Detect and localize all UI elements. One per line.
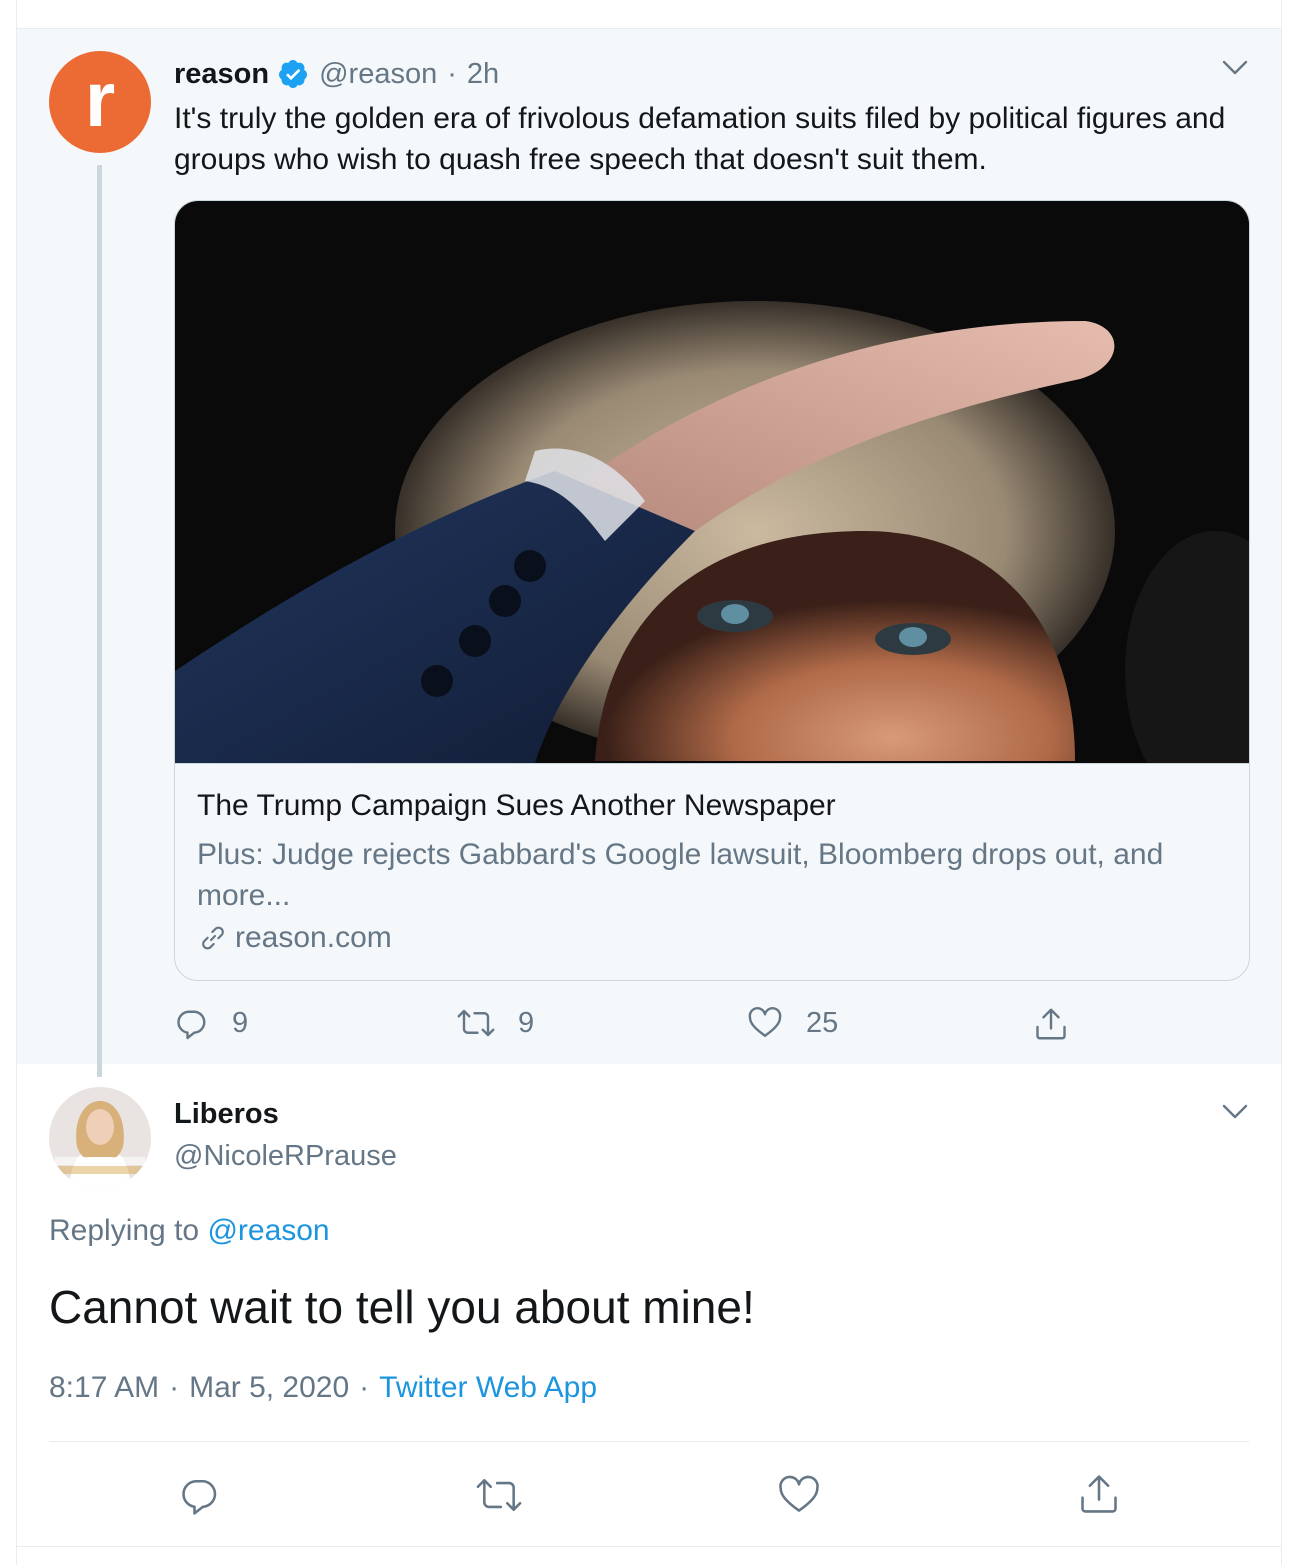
reply-button[interactable]: [178, 1473, 222, 1517]
link-card[interactable]: The Trump Campaign Sues Another Newspape…: [174, 200, 1250, 981]
tweet-time[interactable]: 2h: [467, 58, 499, 91]
tweet-source-link[interactable]: Twitter Web App: [379, 1371, 597, 1404]
reply-icon: [177, 1010, 206, 1040]
reply-text: Cannot wait to tell you about mine!: [49, 1281, 755, 1333]
header-separator: ·: [447, 57, 457, 90]
replying-mention-link[interactable]: @reason: [207, 1214, 329, 1247]
retweet-button[interactable]: [474, 1473, 524, 1517]
heart-icon: [779, 1475, 819, 1512]
chevron-down-icon[interactable]: [1222, 1104, 1248, 1120]
chevron-down-icon[interactable]: [1222, 60, 1248, 76]
share-button[interactable]: [1077, 1471, 1121, 1515]
card-divider: [175, 763, 1249, 764]
reply-count: 9: [232, 1006, 249, 1039]
share-icon: [1036, 1008, 1066, 1040]
author-name[interactable]: reason: [174, 58, 269, 91]
retweet-count: 9: [518, 1006, 535, 1039]
author-handle[interactable]: @reason: [319, 58, 437, 91]
parent-tweet-header: reason @reason · 2h: [174, 52, 499, 96]
meta-divider: [49, 1441, 1249, 1442]
retweet-action[interactable]: 9: [456, 1005, 534, 1041]
like-count: 25: [806, 1006, 839, 1039]
tweet-meta: 8:17 AM · Mar 5, 2020 · Twitter Web App: [49, 1371, 597, 1405]
reply-action[interactable]: 9: [174, 1005, 248, 1041]
bottom-divider: [16, 1546, 1282, 1547]
reply-author-name[interactable]: Liberos: [174, 1098, 279, 1131]
meta-separator: ·: [169, 1371, 180, 1404]
liberos-avatar[interactable]: [49, 1087, 151, 1189]
replying-prefix: Replying to: [49, 1214, 200, 1247]
tweet-timestamp[interactable]: 8:17 AM: [49, 1371, 159, 1404]
tweet-date[interactable]: Mar 5, 2020: [189, 1371, 349, 1404]
tweet-text: It's truly the golden era of frivolous d…: [174, 102, 1226, 176]
card-domain: reason.com: [235, 921, 392, 954]
card-image: [175, 201, 1249, 811]
card-description: Plus: Judge rejects Gabbard's Google law…: [197, 838, 1164, 912]
reply-author-handle[interactable]: @NicoleRPrause: [174, 1140, 397, 1173]
verified-badge-icon: [277, 58, 309, 90]
retweet-icon: [457, 1009, 495, 1037]
heart-icon: [748, 1007, 782, 1037]
avatar-letter: r: [84, 55, 116, 143]
link-icon: [202, 926, 224, 950]
reply-icon: [182, 1479, 217, 1515]
card-domain-row: reason.com: [197, 921, 392, 955]
retweet-icon: [476, 1479, 522, 1511]
like-action[interactable]: 25: [746, 1005, 838, 1041]
share-icon: [1081, 1475, 1117, 1513]
thread-connector-line: [97, 165, 102, 1077]
card-title[interactable]: The Trump Campaign Sues Another Newspape…: [197, 789, 836, 823]
meta-separator: ·: [359, 1371, 370, 1404]
share-action[interactable]: [1033, 1005, 1091, 1043]
replying-to-line: Replying to @reason: [49, 1214, 330, 1248]
like-button[interactable]: [777, 1473, 821, 1517]
reason-avatar[interactable]: r: [49, 51, 151, 153]
